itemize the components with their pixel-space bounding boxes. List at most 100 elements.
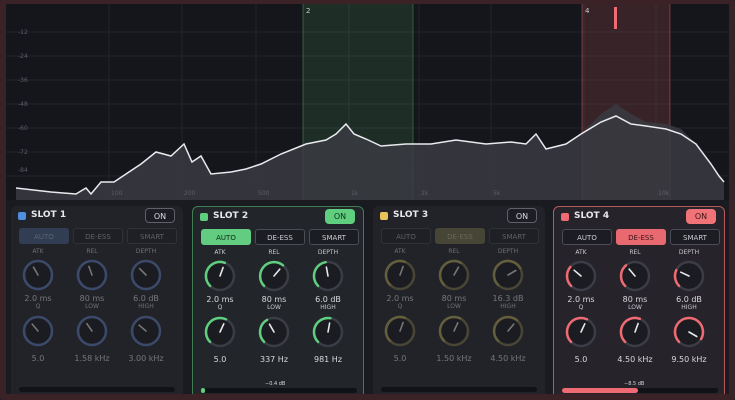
low-knob[interactable] [75,314,109,348]
slot-header: SLOT 1 ON [11,206,183,230]
depth-knob[interactable] [672,259,706,293]
slot-2-panel: SLOT 2 ON AUTO DE-ESS SMART ATK 2.0 ms REL 8… [192,206,364,400]
band-4-marker[interactable] [614,7,617,29]
knob-value: 5.0 [574,355,588,364]
knob-label: LOW [267,304,281,311]
knob-label: DEPTH [317,249,339,256]
depth-knob[interactable] [311,259,345,293]
knob-value: 6.0 dB [133,294,159,303]
knob-value: 981 Hz [313,355,343,364]
mode-de-ess-button[interactable]: DE-ESS [73,228,123,244]
slot-title: SLOT 4 [574,211,610,221]
knob-value: 3.00 kHz [128,354,164,363]
depth-knob[interactable] [129,258,163,292]
knob-value: 2.0 ms [24,294,52,303]
band-4-number: 4 [585,7,590,15]
knob-value: 80 ms [261,295,287,304]
high-knob[interactable] [311,315,345,349]
knob-label: HIGH [138,303,154,310]
knob-value: 1.50 kHz [436,354,472,363]
slot-on-button[interactable]: ON [686,209,716,224]
slot-on-button[interactable]: ON [325,209,355,224]
slot-title: SLOT 2 [213,211,249,221]
freq-label: 2k [421,190,429,197]
db-label: -48 [18,101,28,108]
knob-value: 2.0 ms [386,294,414,303]
slot-color-swatch [18,212,26,220]
slot-1-panel: SLOT 1 ON AUTO DE-ESS SMART ATK 2.0 ms REL 8… [11,206,183,400]
mode-auto-button[interactable]: AUTO [381,228,431,244]
q-knob[interactable] [203,315,237,349]
slot-stats-readout: 0.5ms 30ms 13.6dB Q1.1 [600,395,678,400]
slot-on-button[interactable]: ON [145,208,175,223]
slot-color-swatch [380,212,388,220]
gain-reduction-meter [201,388,357,393]
mode-de-ess-button[interactable]: DE-ESS [616,229,666,245]
mode-de-ess-button[interactable]: DE-ESS [255,229,305,245]
rel-knob[interactable] [257,259,291,293]
depth-knob[interactable] [491,258,525,292]
slot-panel: SLOT 1 ON AUTO DE-ESS SMART ATK 2.0 ms REL 8… [6,200,729,400]
slot-title: SLOT 1 [31,210,67,220]
freq-label: 5k [493,190,501,197]
knob-value: 2.0 ms [567,295,595,304]
low-knob[interactable] [618,315,652,349]
low-knob[interactable] [437,314,471,348]
mode-smart-button[interactable]: SMART [489,228,539,244]
slot-color-swatch [561,213,569,221]
knob-label: ATK [32,248,44,255]
freq-label: 500 [258,190,270,197]
spectrum-graph [6,4,729,200]
knob-label: DEPTH [678,249,700,256]
q-knob[interactable] [383,314,417,348]
knob-value: 2.0 ms [206,295,234,304]
knob-label: REL [86,248,98,255]
rel-knob[interactable] [75,258,109,292]
knob-value: 6.0 dB [676,295,702,304]
q-knob[interactable] [21,314,55,348]
mode-smart-button[interactable]: SMART [309,229,359,245]
high-knob[interactable] [491,314,525,348]
knob-label: DEPTH [497,248,519,255]
spectrum-analyzer[interactable]: -12 -24 -36 -48 -60 -72 -84 100 200 500 … [6,4,729,200]
knob-label: LOW [447,303,461,310]
knob-label: ATK [214,249,226,256]
freq-label: 100 [111,190,123,197]
knob-value: 5.0 [393,354,407,363]
slot-on-button[interactable]: ON [507,208,537,223]
q-knob[interactable] [564,315,598,349]
atk-knob[interactable] [564,259,598,293]
knob-label: Q [217,304,223,311]
atk-knob[interactable] [203,259,237,293]
knob-value: 337 Hz [259,355,289,364]
rel-knob[interactable] [437,258,471,292]
low-knob[interactable] [257,315,291,349]
knob-value: 80 ms [79,294,105,303]
gain-reduction-fill [562,388,638,393]
knob-label: Q [397,303,403,310]
gain-reduction-meter [381,387,537,392]
knob-label: HIGH [500,303,516,310]
freq-label: 1k [351,190,359,197]
mode-auto-button[interactable]: AUTO [562,229,612,245]
high-knob[interactable] [129,314,163,348]
knob-label: Q [578,304,584,311]
atk-knob[interactable] [383,258,417,292]
rel-knob[interactable] [618,259,652,293]
slot-stats-readout: 5.7ms 57ms 16.0dB Q11.3 [237,395,319,400]
atk-knob[interactable] [21,258,55,292]
mode-auto-button[interactable]: AUTO [201,229,251,245]
deesser-plugin-window: -12 -24 -36 -48 -60 -72 -84 100 200 500 … [0,0,735,400]
mode-smart-button[interactable]: SMART [127,228,177,244]
knob-value: 4.50 kHz [490,354,526,363]
mode-de-ess-button[interactable]: DE-ESS [435,228,485,244]
knob-value: 4.50 kHz [617,355,653,364]
mode-auto-button[interactable]: AUTO [19,228,69,244]
slot-color-swatch [200,213,208,221]
high-knob[interactable] [672,315,706,349]
knob-label: HIGH [681,304,697,311]
knob-value: 1.58 kHz [74,354,110,363]
db-label: -84 [18,167,28,174]
db-label: -60 [18,125,28,132]
mode-smart-button[interactable]: SMART [670,229,720,245]
